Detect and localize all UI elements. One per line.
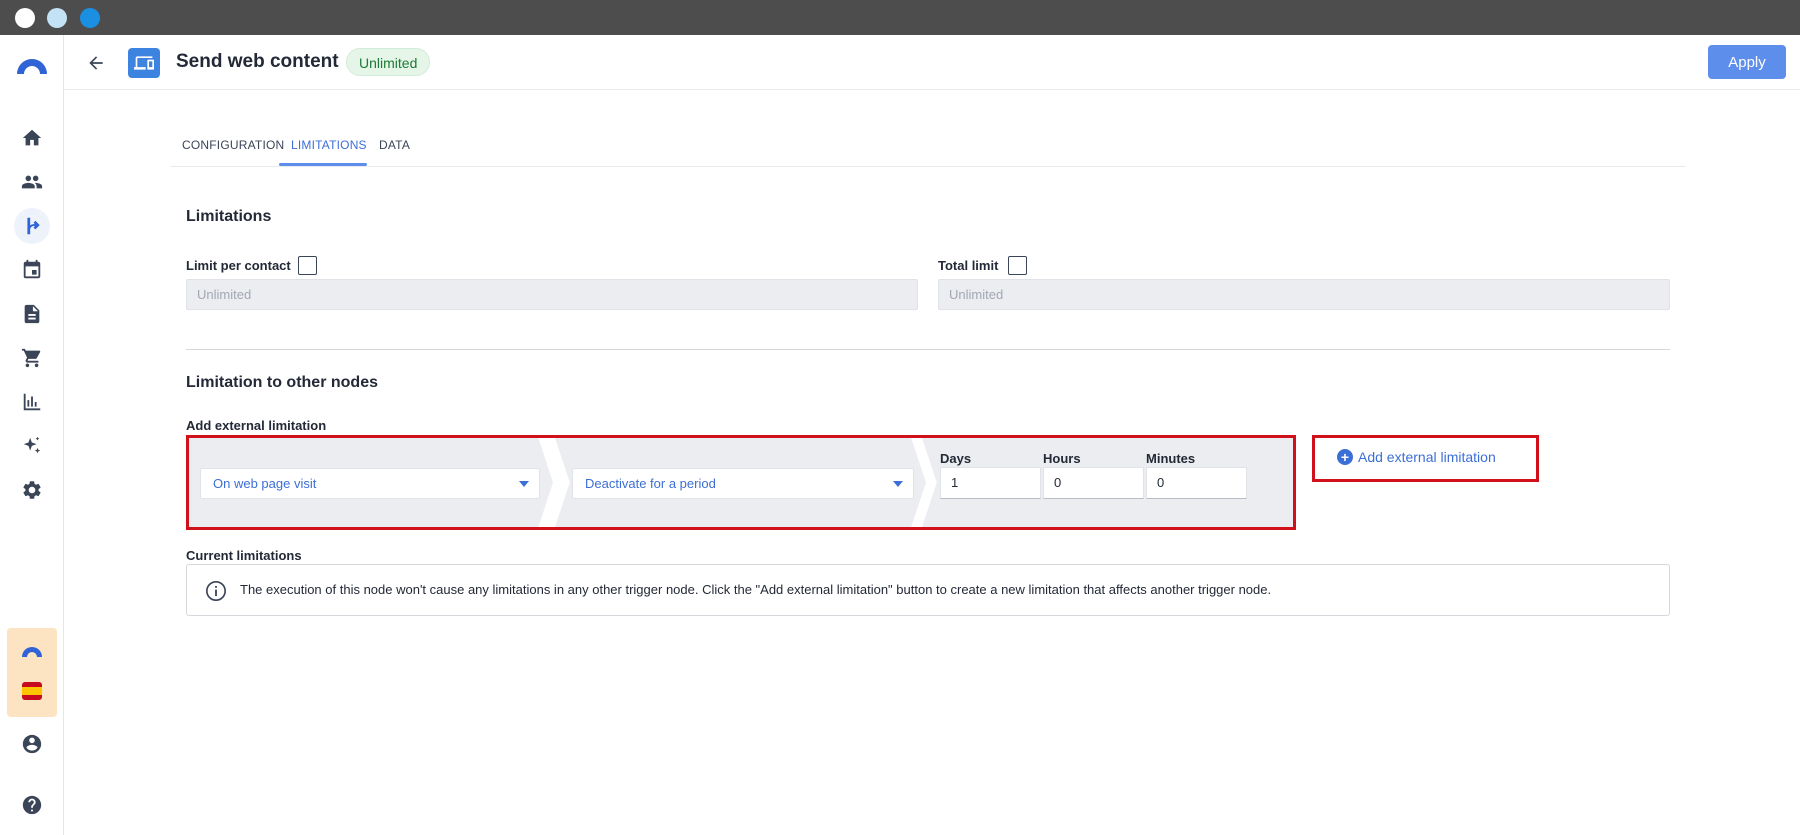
- days-input[interactable]: 1: [940, 467, 1041, 499]
- plus-circle-icon: +: [1337, 449, 1353, 465]
- status-badge: Unlimited: [346, 48, 431, 76]
- promo-card[interactable]: [7, 628, 57, 717]
- page-title: Send web content: [176, 51, 339, 72]
- action-select[interactable]: Deactivate for a period: [572, 468, 914, 499]
- tab-data[interactable]: DATA: [379, 138, 410, 152]
- limit-per-contact-label: Limit per contact: [186, 258, 291, 273]
- window-maximize-button[interactable]: [80, 8, 100, 28]
- apply-button[interactable]: Apply: [1708, 45, 1786, 79]
- window-titlebar: [0, 0, 1800, 35]
- help-icon[interactable]: [14, 787, 50, 823]
- hours-input[interactable]: 0: [1043, 467, 1144, 499]
- home-icon[interactable]: [14, 120, 50, 156]
- cart-icon[interactable]: [14, 340, 50, 376]
- days-label: Days: [940, 451, 972, 466]
- settings-icon[interactable]: [14, 472, 50, 508]
- total-limit-label: Total limit: [938, 258, 999, 273]
- add-external-limitation-highlight: + Add external limitation: [1312, 435, 1539, 482]
- calendar-icon[interactable]: [14, 252, 50, 288]
- limit-per-contact-checkbox[interactable]: [298, 256, 317, 275]
- current-limitations-info: The execution of this node won't cause a…: [186, 564, 1670, 616]
- contacts-icon[interactable]: [14, 164, 50, 200]
- document-icon[interactable]: [14, 296, 50, 332]
- add-external-limitation-label: Add external limitation: [186, 418, 327, 433]
- trigger-segment: On web page visit: [189, 438, 553, 527]
- minutes-label: Minutes: [1146, 451, 1196, 466]
- page-header: Send web content Unlimited Apply: [64, 35, 1800, 90]
- minutes-input[interactable]: 0: [1146, 467, 1247, 499]
- hours-label: Hours: [1043, 451, 1081, 466]
- period-segment: Days 1 Hours 0 Minutes 0: [922, 438, 1293, 527]
- tab-configuration[interactable]: CONFIGURATION: [182, 138, 284, 152]
- active-tab-indicator: [279, 163, 367, 166]
- app-logo[interactable]: [14, 48, 50, 84]
- tab-bar: CONFIGURATION LIMITATIONS DATA: [170, 125, 1686, 167]
- tab-limitations[interactable]: LIMITATIONS: [291, 138, 367, 152]
- caret-down-icon: [519, 481, 529, 487]
- external-limitation-editor: On web page visit Deactivate for a perio…: [186, 435, 1296, 530]
- limitations-title: Limitations: [186, 208, 272, 225]
- promo-logo-icon: [19, 642, 45, 660]
- action-segment: Deactivate for a period: [555, 438, 926, 527]
- info-icon: [206, 581, 226, 601]
- trigger-select-value: On web page visit: [213, 476, 317, 491]
- total-limit-input: Unlimited: [938, 279, 1670, 310]
- caret-down-icon: [893, 481, 903, 487]
- window-minimize-button[interactable]: [47, 8, 67, 28]
- limit-per-contact-input: Unlimited: [186, 279, 918, 310]
- sidebar: [0, 35, 64, 835]
- trigger-select[interactable]: On web page visit: [200, 468, 540, 499]
- section-divider: [186, 349, 1670, 350]
- spain-flag-icon: [22, 682, 42, 700]
- analytics-icon[interactable]: [14, 384, 50, 420]
- journeys-icon[interactable]: [14, 208, 50, 244]
- other-nodes-title: Limitation to other nodes: [186, 374, 378, 391]
- window-close-button[interactable]: [15, 8, 35, 28]
- current-limitations-label: Current limitations: [186, 548, 302, 563]
- back-arrow-icon[interactable]: [83, 50, 109, 76]
- ai-sparkle-icon[interactable]: [14, 428, 50, 464]
- account-icon[interactable]: [14, 726, 50, 762]
- add-external-limitation-text: Add external limitation: [1358, 449, 1496, 465]
- info-message: The execution of this node won't cause a…: [240, 582, 1272, 597]
- total-limit-checkbox[interactable]: [1008, 256, 1027, 275]
- web-content-node-icon: [128, 48, 160, 78]
- add-external-limitation-button[interactable]: + Add external limitation: [1337, 449, 1496, 465]
- action-select-value: Deactivate for a period: [585, 476, 716, 491]
